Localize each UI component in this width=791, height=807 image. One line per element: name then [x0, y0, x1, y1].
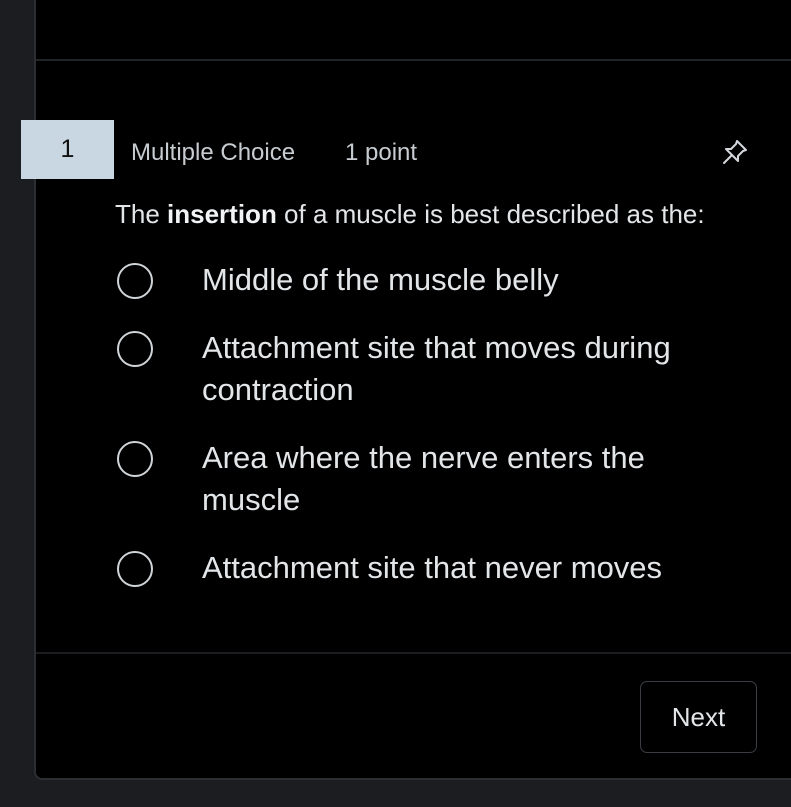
- answer-option-label: Attachment site that never moves: [202, 550, 663, 585]
- radio-button[interactable]: [117, 331, 153, 367]
- question-type: Multiple Choice: [131, 139, 296, 166]
- pin-icon[interactable]: [719, 136, 751, 168]
- prompt-text-end: of a muscle is best described as the:: [276, 199, 705, 229]
- answer-option-label: Middle of the muscle belly: [202, 262, 559, 297]
- answer-option-4[interactable]: Attachment site that never moves: [117, 547, 747, 591]
- answer-option-1[interactable]: Middle of the muscle belly: [117, 259, 747, 303]
- question-number[interactable]: 1: [21, 120, 114, 179]
- prompt-text-start: The: [115, 199, 168, 229]
- question-prompt: The insertion of a muscle is best descri…: [115, 199, 705, 230]
- question-points: 1 point: [345, 139, 418, 166]
- top-divider: [36, 59, 791, 61]
- answer-option-3[interactable]: Area where the nerve enters the muscle: [117, 437, 747, 523]
- prompt-emphasis: insertion: [167, 199, 277, 229]
- answer-option-label: Attachment site that moves during contra…: [202, 330, 671, 407]
- answer-option-2[interactable]: Attachment site that moves during contra…: [117, 327, 747, 413]
- answer-option-label: Area where the nerve enters the muscle: [202, 440, 645, 517]
- radio-button[interactable]: [117, 263, 153, 299]
- quiz-page: 1 Multiple Choice 1 point The insertion …: [0, 0, 791, 807]
- bottom-divider: [36, 652, 791, 654]
- next-button[interactable]: Next: [640, 681, 757, 753]
- radio-button[interactable]: [117, 551, 153, 587]
- radio-button[interactable]: [117, 441, 153, 477]
